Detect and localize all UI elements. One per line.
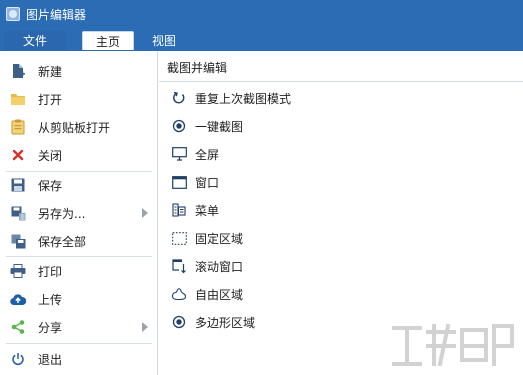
option-repeat-last[interactable]: 重复上次截图模式 (171, 87, 291, 109)
submenu-arrow-icon (142, 208, 148, 218)
option-window[interactable]: 窗口 (171, 171, 219, 193)
save-as-icon (10, 205, 26, 221)
menu-item-save[interactable]: 保存 (0, 171, 158, 199)
option-scroll-window[interactable]: 滚动窗口 (171, 255, 243, 277)
menu-item-open[interactable]: 打开 (0, 85, 158, 113)
option-label: 多边形区域 (195, 315, 256, 330)
menu-item-close[interactable]: 关闭 (0, 141, 158, 169)
menu-label: 打印 (38, 264, 63, 279)
title-bar: 图片编辑器 (0, 0, 523, 28)
save-icon (10, 177, 26, 193)
menu-item-print[interactable]: 打印 (0, 257, 158, 285)
option-fullscreen[interactable]: 全屏 (171, 143, 219, 165)
menu-label: 另存为... (38, 206, 86, 221)
option-label: 滚动窗口 (195, 259, 244, 274)
monitor-icon (171, 146, 187, 162)
save-all-icon (10, 233, 26, 249)
file-menu: 新建 打开 从剪贴板打开 关闭 保存 另存为... 保存全部 打印 上传 分享 … (0, 51, 158, 375)
app-icon (6, 7, 20, 21)
option-free-region[interactable]: 自由区域 (171, 283, 243, 305)
window-icon (171, 174, 187, 190)
dashed-rect-icon (171, 230, 187, 246)
tab-file[interactable]: 文件 (4, 31, 66, 50)
print-icon (10, 263, 26, 279)
repeat-icon (171, 90, 187, 106)
power-icon (10, 351, 26, 367)
option-fixed-region[interactable]: 固定区域 (171, 227, 243, 249)
scroll-window-icon (171, 258, 187, 274)
menu-label: 关闭 (38, 148, 63, 163)
menu-label: 从剪贴板打开 (38, 120, 111, 135)
watermark-logo (392, 323, 514, 367)
ribbon-tabs: 文件 主页 视图 (0, 28, 523, 50)
panel-title: 截图并编辑 (167, 61, 228, 75)
option-label: 一键截图 (195, 119, 244, 134)
submenu-arrow-icon (142, 322, 148, 332)
option-label: 固定区域 (195, 231, 244, 246)
menu-item-open-clipboard[interactable]: 从剪贴板打开 (0, 113, 158, 141)
menu-icon (171, 202, 187, 218)
menu-label: 新建 (38, 64, 63, 79)
share-icon (10, 319, 26, 335)
menu-label: 上传 (38, 292, 63, 307)
tab-home[interactable]: 主页 (82, 31, 134, 50)
menu-label: 打开 (38, 92, 63, 107)
folder-icon (10, 91, 26, 107)
menu-item-share[interactable]: 分享 (0, 313, 158, 341)
radio-target-icon (171, 118, 187, 134)
window-title: 图片编辑器 (26, 7, 87, 22)
menu-item-exit[interactable]: 退出 (0, 345, 158, 373)
radio-target-icon (171, 314, 187, 330)
option-polygon-region[interactable]: 多边形区域 (171, 311, 255, 333)
option-menu[interactable]: 菜单 (171, 199, 219, 221)
menu-item-save-all[interactable]: 保存全部 (0, 227, 158, 255)
new-file-icon (10, 63, 26, 79)
panel-title-divider (159, 81, 523, 82)
menu-separator (6, 343, 152, 344)
option-label: 全屏 (195, 147, 220, 162)
tab-view[interactable]: 视图 (140, 31, 188, 50)
menu-item-upload[interactable]: 上传 (0, 285, 158, 313)
close-icon (10, 147, 26, 163)
menu-label: 退出 (38, 352, 63, 367)
option-label: 重复上次截图模式 (195, 91, 292, 106)
menu-label: 保存 (38, 178, 63, 193)
option-one-click[interactable]: 一键截图 (171, 115, 243, 137)
menu-label: 保存全部 (38, 234, 87, 249)
menu-item-save-as[interactable]: 另存为... (0, 199, 158, 227)
menu-label: 分享 (38, 320, 63, 335)
menu-item-new[interactable]: 新建 (0, 57, 158, 85)
option-label: 菜单 (195, 203, 220, 218)
freeform-icon (171, 286, 187, 302)
clipboard-icon (10, 119, 26, 135)
option-label: 自由区域 (195, 287, 244, 302)
option-label: 窗口 (195, 175, 220, 190)
cloud-upload-icon (10, 291, 26, 307)
